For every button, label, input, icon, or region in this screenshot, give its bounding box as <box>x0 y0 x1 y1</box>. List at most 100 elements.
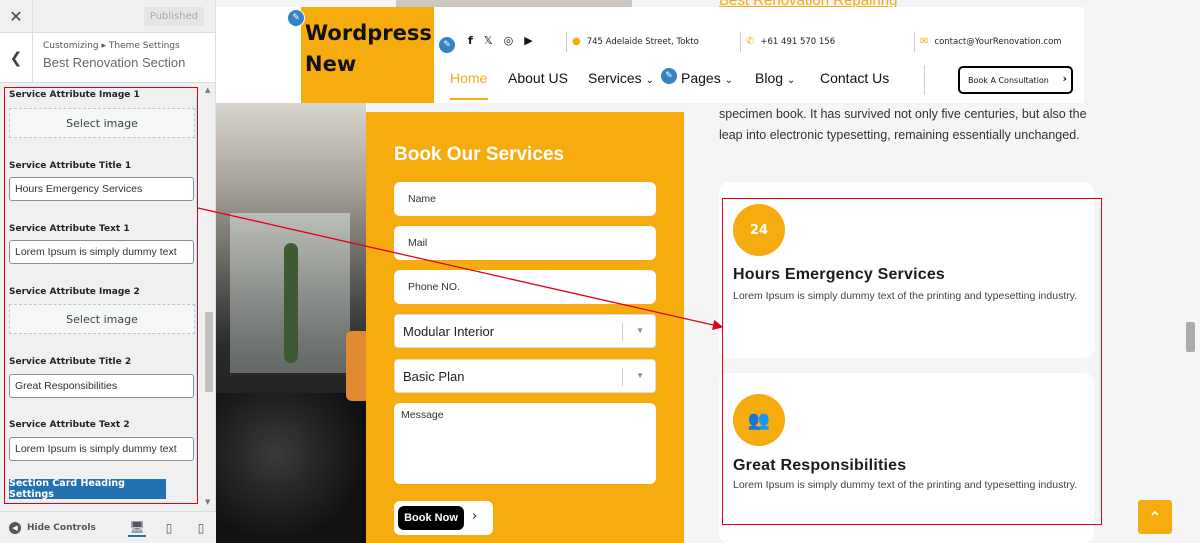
chevron-down-icon: ⌄ <box>786 75 796 86</box>
select-image-button-1[interactable]: Select image <box>9 108 195 138</box>
nav-divider <box>924 65 925 95</box>
booking-form: Book Our Services Name Mail Phone NO. Mo… <box>366 112 684 543</box>
site-preview: Best Renovation Repairing Wordpress New … <box>216 0 1200 543</box>
customizer-footer: ◀ Hide Controls 🖥 ▯ ▯ <box>0 511 216 543</box>
customizer-header: ✕ Published <box>0 0 215 33</box>
scroll-up-icon[interactable]: ▲ <box>205 86 210 94</box>
breadcrumb: Customizing ▸ Theme Settings <box>43 41 180 51</box>
caret-down-icon: ▼ <box>636 371 644 380</box>
plan-select[interactable]: Basic Plan ▼ <box>394 359 656 393</box>
book-consultation-label: Book A Consultation <box>968 75 1049 85</box>
caret-down-icon: ▼ <box>636 326 644 335</box>
collapse-icon: ◀ <box>9 521 21 534</box>
service-card-1: 24 Hours Emergency Services Lorem Ipsum … <box>719 182 1094 358</box>
desktop-icon[interactable]: 🖥 <box>128 519 146 537</box>
nav-services-label: Services <box>588 70 642 86</box>
book-now-label: Book Now <box>398 506 464 530</box>
nav-pages-label: Pages <box>681 70 721 86</box>
section-card-heading-settings-button[interactable]: Section Card Heading Settings <box>9 478 166 500</box>
nav-active-underline <box>450 98 488 100</box>
select-separator <box>622 368 623 386</box>
phone-info: ✆ +61 491 570 156 <box>746 36 835 47</box>
divider <box>914 32 915 52</box>
interior-select-value: Modular Interior <box>403 323 495 339</box>
facebook-icon[interactable]: f <box>468 34 473 47</box>
field-label-text-2: Service Attribute Text 2 <box>9 420 130 430</box>
icon-24-text: 24 <box>749 222 769 238</box>
scroll-down-icon[interactable]: ▼ <box>205 498 210 506</box>
service-card-2: 👥 Great Responsibilities Lorem Ipsum is … <box>719 373 1094 543</box>
sidebar-scroll-thumb[interactable] <box>205 312 213 392</box>
book-now-button[interactable]: Book Now › <box>394 501 493 535</box>
hide-controls-label: Hide Controls <box>27 522 96 533</box>
instagram-icon[interactable]: ◎ <box>504 34 514 47</box>
chevron-right-icon: › <box>1062 72 1067 85</box>
field-label-text-1: Service Attribute Text 1 <box>9 224 130 234</box>
nav-home[interactable]: Home <box>450 70 487 86</box>
service-title-2-input[interactable]: Great Responsibilities <box>9 374 194 398</box>
clock-24-icon: 24 <box>733 204 785 256</box>
phone-input[interactable]: Phone NO. <box>394 270 656 304</box>
interior-photo <box>216 103 370 543</box>
interior-select[interactable]: Modular Interior ▼ <box>394 314 656 348</box>
envelope-icon: ✉ <box>920 36 929 47</box>
edit-pencil-icon[interactable]: ✎ <box>438 36 456 54</box>
edit-pencil-icon[interactable]: ✎ <box>660 67 678 85</box>
section-titles: Customizing ▸ Theme Settings Best Renova… <box>33 33 185 82</box>
page-scroll-thumb[interactable] <box>1186 322 1195 352</box>
form-title: Book Our Services <box>394 144 565 165</box>
service-title-1-input[interactable]: Hours Emergency Services <box>9 177 194 201</box>
close-icon[interactable]: ✕ <box>0 0 33 33</box>
scroll-to-top-icon[interactable]: ⌃ <box>1138 500 1172 534</box>
section-header: ❮ Customizing ▸ Theme Settings Best Reno… <box>0 33 215 83</box>
tablet-icon[interactable]: ▯ <box>160 519 178 537</box>
service-text-2-input[interactable]: Lorem Ipsum is simply dummy text <box>9 437 194 461</box>
select-separator <box>622 323 623 341</box>
nav-blog[interactable]: Blog ⌄ <box>755 70 795 86</box>
field-label-title-1: Service Attribute Title 1 <box>9 161 132 171</box>
phone-icon: ✆ <box>746 36 755 47</box>
address-text: 745 Adelaide Street, Tokto <box>586 36 699 47</box>
nav-about[interactable]: About US <box>508 70 568 86</box>
social-icons: f 𝕏 ◎ ▶ <box>468 34 533 47</box>
hide-controls-button[interactable]: ◀ Hide Controls <box>9 521 96 534</box>
email-info: ✉ contact@YourRenovation.com <box>920 36 1062 47</box>
email-text[interactable]: contact@YourRenovation.com <box>934 37 1061 47</box>
nav-services[interactable]: Services ⌄ <box>588 70 654 86</box>
book-consultation-button[interactable]: Book A Consultation › <box>958 66 1073 94</box>
nav-contact[interactable]: Contact Us <box>820 70 889 86</box>
field-label-image-1: Service Attribute Image 1 <box>9 90 140 100</box>
chevron-down-icon: ⌄ <box>724 75 733 86</box>
service-card-text: Lorem Ipsum is simply dummy text of the … <box>733 290 1078 302</box>
mobile-icon[interactable]: ▯ <box>192 519 210 537</box>
name-input[interactable]: Name <box>394 182 656 216</box>
edit-pencil-icon[interactable]: ✎ <box>287 9 305 27</box>
field-label-title-2: Service Attribute Title 2 <box>9 357 132 367</box>
service-text-1-input[interactable]: Lorem Ipsum is simply dummy text <box>9 240 194 264</box>
nav-pages[interactable]: Pages ⌄ <box>681 70 733 86</box>
divider <box>566 32 567 52</box>
location-pin-icon: ● <box>572 36 581 47</box>
address-info: ● 745 Adelaide Street, Tokto <box>572 36 699 47</box>
youtube-icon[interactable]: ▶ <box>524 34 532 47</box>
back-arrow-icon[interactable]: ❮ <box>0 33 33 82</box>
chevron-down-icon: ⌄ <box>645 75 654 86</box>
customizer-sidebar: ✕ Published ❮ Customizing ▸ Theme Settin… <box>0 0 216 543</box>
users-icon: 👥 <box>733 394 785 446</box>
site-logo[interactable]: Wordpress New <box>305 18 435 80</box>
service-card-title: Hours Emergency Services <box>733 266 946 283</box>
published-button[interactable]: Published <box>143 6 204 26</box>
mail-input[interactable]: Mail <box>394 226 656 260</box>
service-card-text: Lorem Ipsum is simply dummy text of the … <box>733 479 1078 491</box>
service-card-title: Great Responsibilities <box>733 457 907 474</box>
x-twitter-icon[interactable]: 𝕏 <box>484 34 493 47</box>
photo-plant <box>284 243 298 363</box>
device-preview-buttons: 🖥 ▯ ▯ <box>128 519 210 537</box>
chevron-right-icon: › <box>472 509 478 524</box>
select-image-button-2[interactable]: Select image <box>9 304 195 334</box>
section-paragraph: specimen book. It has survived not only … <box>719 107 1087 142</box>
message-textarea[interactable]: Message <box>394 403 656 484</box>
plan-select-value: Basic Plan <box>403 368 465 384</box>
sidebar-scrollbar[interactable]: ▲ ▼ <box>204 84 214 509</box>
section-title: Best Renovation Section <box>43 55 186 70</box>
